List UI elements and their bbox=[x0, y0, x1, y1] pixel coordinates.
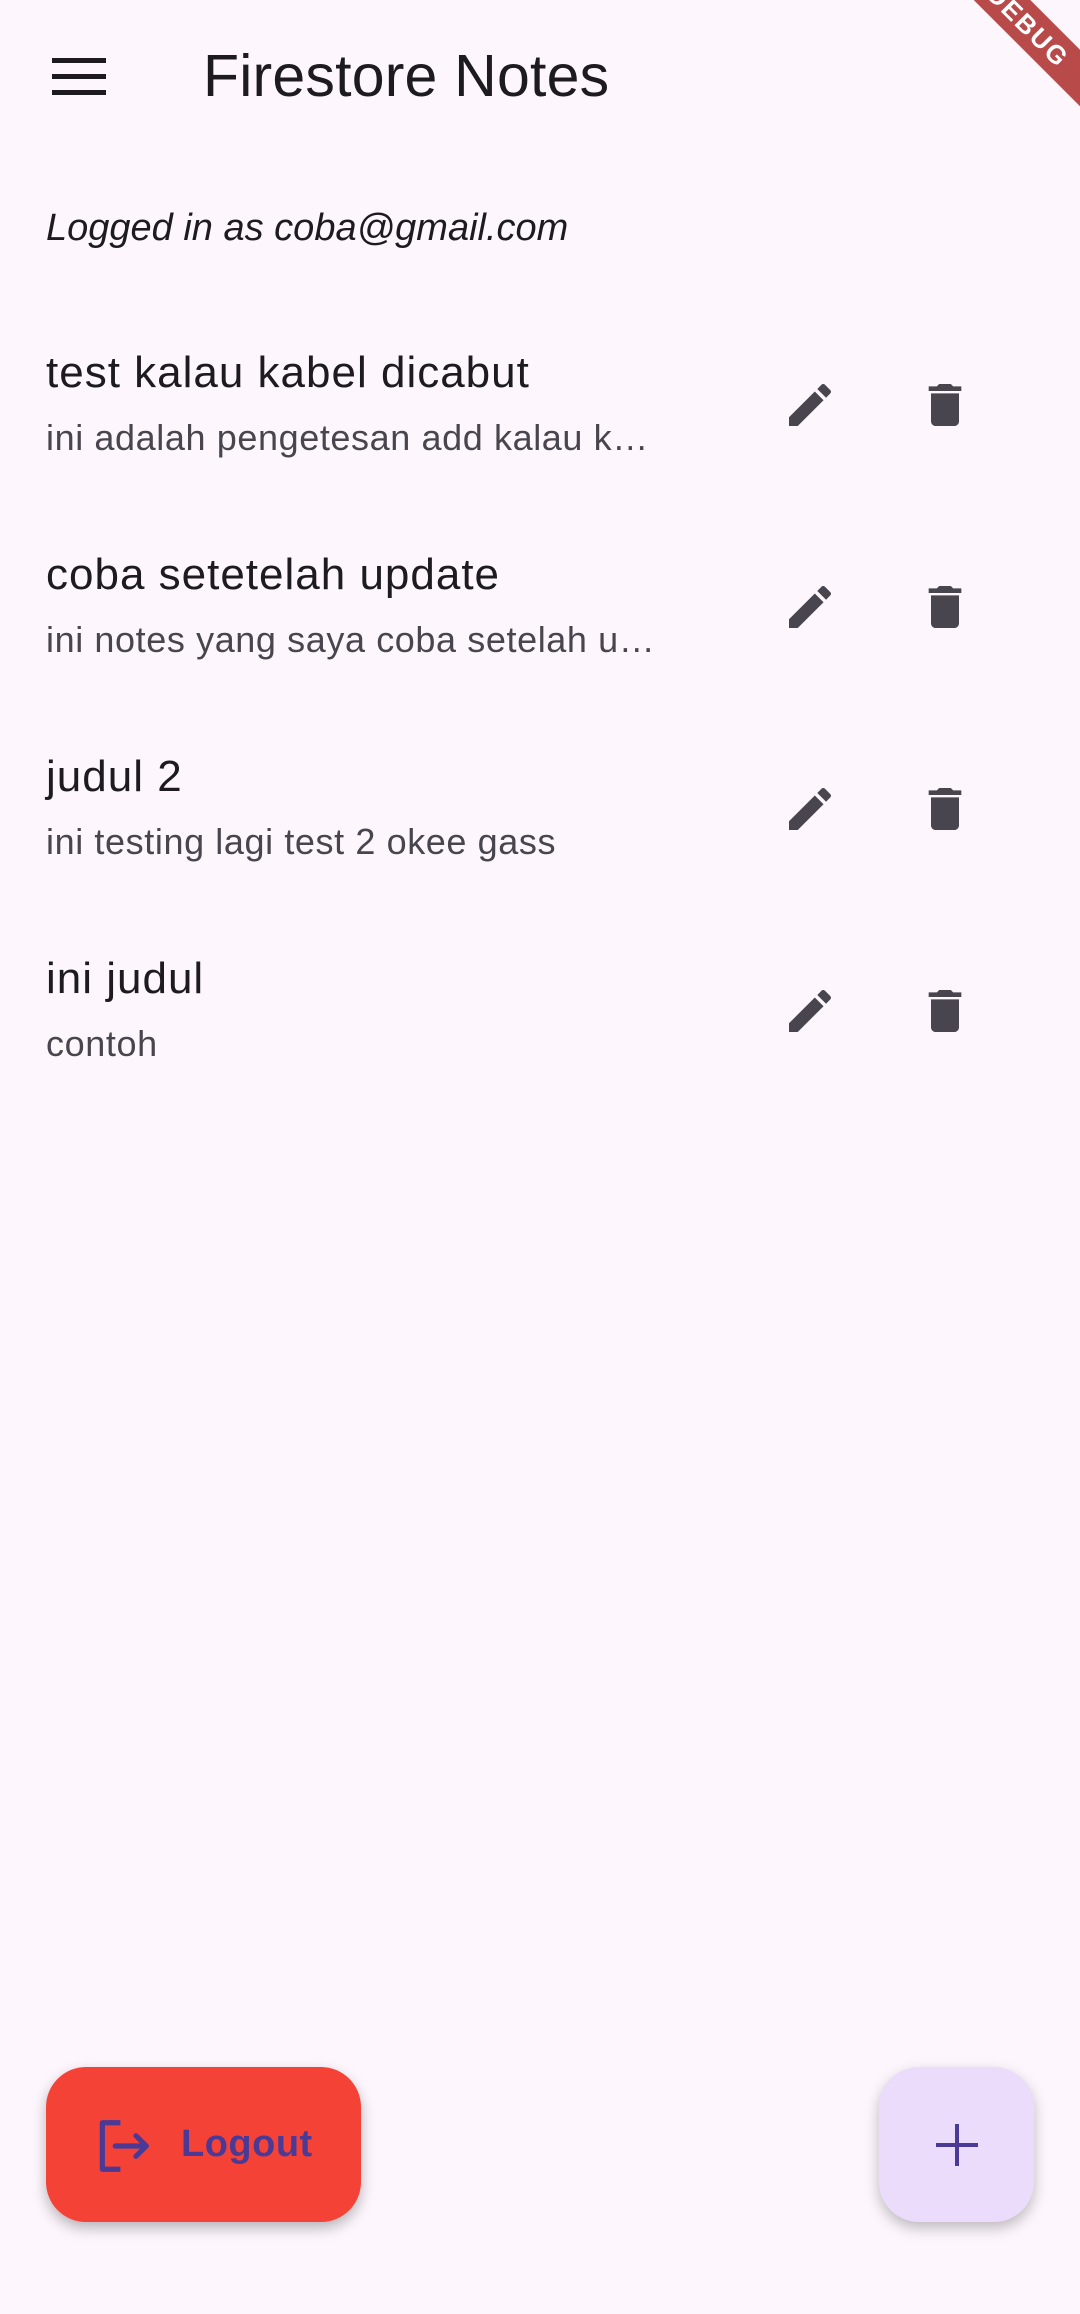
note-content: contoh bbox=[46, 1023, 158, 1064]
menu-button[interactable] bbox=[24, 30, 134, 124]
note-content: ini adalah pengetesan add kalau k… bbox=[46, 417, 649, 458]
app-bar: Firestore Notes bbox=[0, 0, 1080, 154]
plus-icon bbox=[935, 2123, 978, 2166]
logout-button-label: Logout bbox=[181, 2123, 313, 2165]
logged-in-label: Logged in as coba@gmail.com bbox=[46, 207, 569, 249]
logout-icon bbox=[99, 2120, 149, 2172]
trash-icon bbox=[928, 990, 962, 1032]
note-item[interactable]: judul 2 ini testing lagi test 2 okee gas… bbox=[0, 704, 1080, 906]
note-content: ini notes yang saya coba setelah u… bbox=[46, 619, 656, 660]
trash-icon bbox=[928, 788, 962, 830]
note-title: ini judul bbox=[46, 954, 205, 1003]
delete-note-button[interactable] bbox=[902, 362, 988, 448]
note-content: ini testing lagi test 2 okee gass bbox=[46, 821, 557, 862]
trash-icon bbox=[928, 586, 962, 628]
note-item[interactable]: coba setetelah update ini notes yang say… bbox=[0, 502, 1080, 704]
notes-list: test kalau kabel dicabut ini adalah peng… bbox=[0, 300, 1080, 1108]
pencil-icon bbox=[789, 989, 832, 1032]
trash-icon bbox=[928, 384, 962, 426]
edit-note-button[interactable] bbox=[767, 766, 853, 852]
hamburger-menu-icon bbox=[52, 58, 106, 95]
delete-note-button[interactable] bbox=[902, 564, 988, 650]
edit-note-button[interactable] bbox=[767, 564, 853, 650]
app-title: Firestore Notes bbox=[203, 43, 610, 109]
pencil-icon bbox=[789, 383, 832, 426]
delete-note-button[interactable] bbox=[902, 766, 988, 852]
edit-note-button[interactable] bbox=[767, 362, 853, 448]
pencil-icon bbox=[789, 787, 832, 830]
note-title: coba setetelah update bbox=[46, 550, 501, 599]
add-note-button[interactable] bbox=[879, 2067, 1034, 2222]
delete-note-button[interactable] bbox=[902, 968, 988, 1054]
note-item[interactable]: test kalau kabel dicabut ini adalah peng… bbox=[0, 300, 1080, 502]
logout-button[interactable]: Logout bbox=[46, 2067, 361, 2222]
debug-banner: DEBUG bbox=[940, 0, 1080, 140]
note-title: test kalau kabel dicabut bbox=[46, 348, 530, 397]
note-item[interactable]: ini judul contoh bbox=[0, 906, 1080, 1108]
pencil-icon bbox=[789, 585, 832, 628]
notes-screen: Firestore Notes DEBUG Logged in as coba@… bbox=[0, 0, 1080, 2314]
debug-banner-label: DEBUG bbox=[940, 0, 1080, 133]
note-title: judul 2 bbox=[46, 752, 183, 801]
edit-note-button[interactable] bbox=[767, 968, 853, 1054]
